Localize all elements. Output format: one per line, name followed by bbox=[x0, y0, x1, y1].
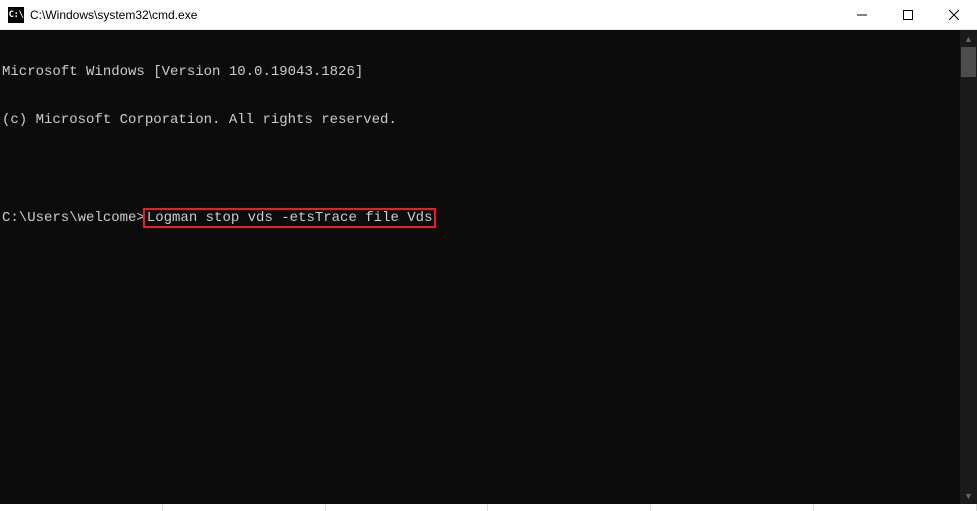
cmd-icon: C:\ bbox=[8, 7, 24, 23]
terminal-line-blank bbox=[2, 160, 960, 176]
window-controls bbox=[839, 0, 977, 29]
cmd-window: C:\ C:\Windows\system32\cmd.exe Microsof… bbox=[0, 0, 977, 511]
window-title: C:\Windows\system32\cmd.exe bbox=[30, 8, 839, 22]
terminal-line-version: Microsoft Windows [Version 10.0.19043.18… bbox=[2, 64, 960, 80]
minimize-button[interactable] bbox=[839, 0, 885, 30]
titlebar[interactable]: C:\ C:\Windows\system32\cmd.exe bbox=[0, 0, 977, 30]
minimize-icon bbox=[857, 10, 867, 20]
maximize-button[interactable] bbox=[885, 0, 931, 30]
maximize-icon bbox=[903, 10, 913, 20]
terminal-command: Logman stop vds -etsTrace file Vds bbox=[147, 210, 433, 226]
terminal-line-copyright: (c) Microsoft Corporation. All rights re… bbox=[2, 112, 960, 128]
command-highlight: Logman stop vds -etsTrace file Vds bbox=[143, 208, 437, 228]
scroll-down-icon[interactable]: ▼ bbox=[960, 487, 977, 504]
bottom-strip bbox=[0, 504, 977, 511]
close-icon bbox=[949, 10, 959, 20]
terminal-prompt-line: C:\Users\welcome>Logman stop vds -etsTra… bbox=[2, 208, 960, 228]
terminal-prompt: C:\Users\welcome> bbox=[2, 210, 145, 226]
scroll-thumb[interactable] bbox=[961, 47, 976, 77]
scroll-up-icon[interactable]: ▲ bbox=[960, 30, 977, 47]
close-button[interactable] bbox=[931, 0, 977, 30]
terminal[interactable]: Microsoft Windows [Version 10.0.19043.18… bbox=[0, 30, 960, 504]
scrollbar[interactable]: ▲ ▼ bbox=[960, 30, 977, 504]
client-area: Microsoft Windows [Version 10.0.19043.18… bbox=[0, 30, 977, 504]
